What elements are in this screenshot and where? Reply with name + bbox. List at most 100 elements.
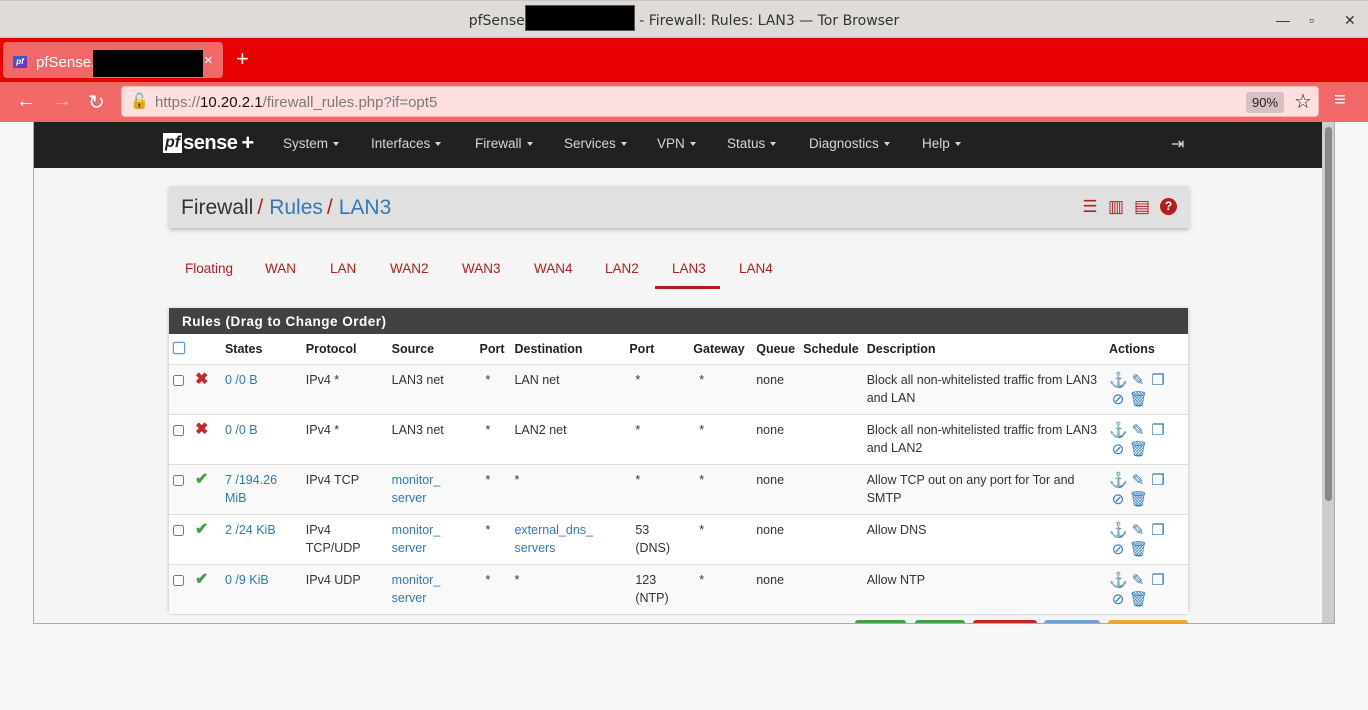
trash-icon[interactable]: 🗑 — [1129, 440, 1148, 459]
anchor-icon[interactable]: ⚓ — [1109, 471, 1128, 490]
help-icon[interactable]: ? — [1160, 198, 1177, 215]
tab-wan4[interactable]: WAN4 — [534, 261, 573, 276]
copy-icon[interactable]: ❐ — [1149, 571, 1167, 590]
edit-pencil-icon[interactable]: ✎ — [1129, 571, 1147, 590]
insecure-lock-icon[interactable]: 🔓 — [130, 92, 149, 110]
pfsense-logo[interactable]: pf sense + — [163, 130, 254, 155]
edit-pencil-icon[interactable]: ✎ — [1129, 471, 1147, 490]
edit-pencil-icon[interactable]: ✎ — [1129, 371, 1147, 390]
delete-button[interactable] — [973, 620, 1037, 623]
nav-firewall[interactable]: Firewall — [475, 136, 533, 151]
table-row[interactable]: ✔ 0 /9 KiB IPv4 UDP monitor_ server * * 123 (N… — [169, 564, 1188, 615]
protocol: IPv4 * — [305, 423, 340, 437]
trash-icon[interactable]: 🗑 — [1129, 540, 1148, 559]
states-link[interactable]: 0 /0 B — [225, 423, 258, 437]
forward-button[interactable]: → — [52, 90, 72, 113]
tab-lan[interactable]: LAN — [330, 261, 356, 276]
nav-system[interactable]: System — [283, 136, 340, 151]
tab-wan[interactable]: WAN — [265, 261, 296, 276]
add-bottom-button[interactable] — [915, 620, 965, 623]
nav-services[interactable]: Services — [564, 136, 627, 151]
tab-floating[interactable]: Floating — [185, 261, 233, 276]
select-all-checkbox[interactable] — [173, 342, 185, 354]
breadcrumb-rules-link[interactable]: Rules — [269, 196, 323, 219]
states-link[interactable]: 7 /194.26 MiB — [225, 473, 277, 505]
row-select-checkbox[interactable] — [173, 425, 184, 436]
edit-pencil-icon[interactable]: ✎ — [1129, 521, 1147, 540]
bar-chart-icon[interactable]: ▥ — [1108, 197, 1124, 217]
table-row[interactable]: ✖ 0 /0 B IPv4 * LAN3 net * LAN net * * none Block… — [169, 364, 1188, 415]
disable-icon[interactable]: ⊘ — [1109, 440, 1127, 459]
trash-icon[interactable]: 🗑 — [1129, 390, 1148, 409]
reload-button[interactable]: ↻ — [88, 90, 105, 115]
table-row[interactable]: ✔ 2 /24 KiB IPv4 TCP/UDP monitor_ server * ex… — [169, 514, 1188, 565]
tab-close-icon[interactable]: × — [204, 52, 213, 69]
trash-icon[interactable]: 🗑 — [1129, 590, 1148, 609]
close-window-button[interactable]: ✕ — [1344, 12, 1356, 29]
save-button[interactable] — [1108, 620, 1188, 623]
nav-interfaces[interactable]: Interfaces — [371, 136, 442, 151]
scrollbar-thumb[interactable] — [1325, 127, 1332, 501]
tab-wan2[interactable]: WAN2 — [390, 261, 429, 276]
tab-lan2[interactable]: LAN2 — [605, 261, 639, 276]
breadcrumb-lan3-link[interactable]: LAN3 — [339, 196, 392, 219]
destination[interactable]: external_dns_ servers — [514, 523, 593, 555]
tab-lan3[interactable]: LAN3 — [672, 261, 706, 276]
url-bar[interactable]: 🔓 https://10.20.2.1/firewall_rules.php?i… — [121, 86, 1319, 117]
copy-icon[interactable]: ❐ — [1149, 421, 1167, 440]
list-icon[interactable]: ▤ — [1134, 197, 1150, 217]
logout-icon[interactable]: ⇥ — [1171, 134, 1184, 154]
nav-diagnostics[interactable]: Diagnostics — [809, 136, 890, 151]
back-button[interactable]: ← — [16, 90, 36, 113]
row-select-checkbox[interactable] — [173, 475, 184, 486]
row-select-checkbox[interactable] — [173, 525, 184, 536]
caret-down-icon — [770, 142, 777, 147]
toggle-button[interactable] — [1044, 620, 1100, 623]
disable-icon[interactable]: ⊘ — [1109, 490, 1127, 509]
copy-icon[interactable]: ❐ — [1149, 471, 1167, 490]
bookmark-star-icon[interactable]: ☆ — [1294, 89, 1312, 114]
page-scrollbar[interactable] — [1322, 122, 1334, 623]
new-tab-button[interactable]: + — [236, 48, 249, 70]
breadcrumb-firewall: Firewall — [181, 196, 254, 219]
zoom-level-button[interactable]: 90% — [1246, 92, 1284, 113]
disable-icon[interactable]: ⊘ — [1109, 540, 1127, 559]
anchor-icon[interactable]: ⚓ — [1109, 571, 1128, 590]
states-link[interactable]: 0 /9 KiB — [225, 573, 269, 587]
url-text[interactable]: https://10.20.2.1/firewall_rules.php?if=… — [155, 94, 437, 111]
gateway: * — [699, 473, 705, 487]
trash-icon[interactable]: 🗑 — [1129, 490, 1148, 509]
anchor-icon[interactable]: ⚓ — [1109, 371, 1128, 390]
edit-pencil-icon[interactable]: ✎ — [1129, 421, 1147, 440]
anchor-icon[interactable]: ⚓ — [1109, 421, 1128, 440]
states-link[interactable]: 2 /24 KiB — [225, 523, 276, 537]
sliders-icon[interactable]: ☰ — [1082, 197, 1098, 217]
copy-icon[interactable]: ❐ — [1149, 371, 1167, 390]
caret-down-icon — [333, 142, 340, 147]
source[interactable]: monitor_ server — [392, 473, 441, 505]
add-top-button[interactable] — [855, 620, 906, 623]
table-row[interactable]: ✖ 0 /0 B IPv4 * LAN3 net * LAN2 net * * none Bloc… — [169, 414, 1188, 465]
copy-icon[interactable]: ❐ — [1149, 521, 1167, 540]
table-row[interactable]: ✔ 7 /194.26 MiB IPv4 TCP monitor_ server * * *… — [169, 464, 1188, 515]
source[interactable]: monitor_ server — [392, 573, 441, 605]
row-select-checkbox[interactable] — [173, 375, 184, 386]
maximize-button[interactable]: ▫ — [1309, 12, 1314, 28]
row-select-checkbox[interactable] — [173, 575, 184, 586]
source[interactable]: monitor_ server — [392, 523, 441, 555]
nav-help[interactable]: Help — [922, 136, 961, 151]
states-link[interactable]: 0 /0 B — [225, 373, 258, 387]
disable-icon[interactable]: ⊘ — [1109, 590, 1127, 609]
anchor-icon[interactable]: ⚓ — [1109, 521, 1128, 540]
disable-icon[interactable]: ⊘ — [1109, 390, 1127, 409]
nav-vpn[interactable]: VPN — [657, 136, 696, 151]
pass-check-icon: ✔ — [194, 471, 209, 488]
hamburger-menu-icon[interactable]: ≡ — [1334, 89, 1346, 112]
tab-lan4[interactable]: LAN4 — [739, 261, 773, 276]
browser-tab[interactable]: pf pfSense. × — [3, 42, 223, 78]
nav-status[interactable]: Status — [727, 136, 777, 151]
minimize-button[interactable]: — — [1276, 12, 1290, 28]
browser-navbar: ← → ↻ 🔓 https://10.20.2.1/firewall_rules… — [0, 82, 1368, 122]
tab-wan3[interactable]: WAN3 — [462, 261, 501, 276]
source-port: * — [485, 473, 491, 487]
